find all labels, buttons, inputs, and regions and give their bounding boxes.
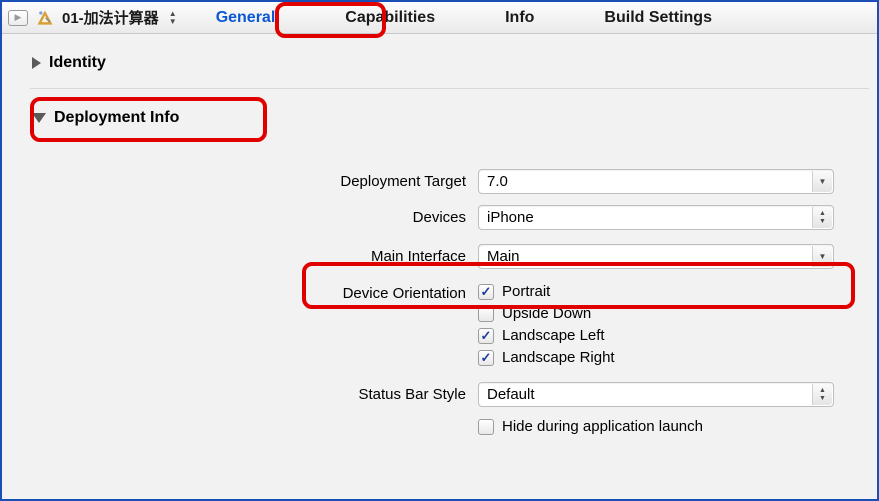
label-landscape-left: Landscape Left <box>502 327 605 344</box>
updown-icon[interactable] <box>812 384 832 405</box>
label-deployment-target: Deployment Target <box>30 173 478 190</box>
deployment-target-value: 7.0 <box>487 173 508 190</box>
checkbox-portrait[interactable] <box>478 284 494 300</box>
deployment-form: Deployment Target 7.0 Devices iPhone <box>30 133 877 440</box>
row-hide-during-launch: Hide during application launch <box>30 418 851 440</box>
orientation-upside-down[interactable]: Upside Down <box>478 305 591 322</box>
chevron-down-icon[interactable] <box>812 246 832 267</box>
checkbox-upside-down[interactable] <box>478 306 494 322</box>
label-landscape-right: Landscape Right <box>502 349 615 366</box>
label-main-interface: Main Interface <box>30 248 478 265</box>
status-bar-value: Default <box>487 386 535 403</box>
orientation-landscape-right[interactable]: Landscape Right <box>478 349 615 366</box>
row-orientation: Device Orientation Portrait Upside Down … <box>30 283 851 371</box>
devices-value: iPhone <box>487 209 534 226</box>
tab-capabilities[interactable]: Capabilities <box>339 5 441 30</box>
updown-icon[interactable] <box>812 207 832 228</box>
row-main-interface: Main Interface Main <box>30 244 851 269</box>
section-identity-title: Identity <box>49 54 106 72</box>
checkbox-hide-during-launch[interactable] <box>478 419 494 435</box>
target-icon <box>34 7 56 29</box>
chevron-down-icon[interactable] <box>32 113 46 123</box>
label-orientation: Device Orientation <box>30 283 478 302</box>
checkbox-landscape-left[interactable] <box>478 328 494 344</box>
main-interface-value: Main <box>487 248 520 265</box>
label-status-bar: Status Bar Style <box>30 386 478 403</box>
chevron-down-icon[interactable] <box>812 171 832 192</box>
label-devices: Devices <box>30 209 478 226</box>
label-hide-during-launch: Hide during application launch <box>502 418 703 435</box>
top-bar: ▶ 01-加法计算器 ▲▼ General Capabilities Info … <box>2 2 877 34</box>
tab-bar: General Capabilities Info Build Settings <box>210 5 718 30</box>
main-interface-combobox[interactable]: Main <box>478 244 834 269</box>
label-portrait: Portrait <box>502 283 550 300</box>
checkbox-landscape-right[interactable] <box>478 350 494 366</box>
target-stepper[interactable]: ▲▼ <box>169 10 182 26</box>
orientation-landscape-left[interactable]: Landscape Left <box>478 327 605 344</box>
tab-info[interactable]: Info <box>499 5 540 30</box>
orientation-portrait[interactable]: Portrait <box>478 283 550 300</box>
section-deployment-head[interactable]: Deployment Info <box>30 95 877 133</box>
row-devices: Devices iPhone <box>30 205 851 230</box>
deployment-target-combobox[interactable]: 7.0 <box>478 169 834 194</box>
row-deployment-target: Deployment Target 7.0 <box>30 169 851 194</box>
tab-general[interactable]: General <box>210 5 282 30</box>
section-deployment: Deployment Info Deployment Target 7.0 De… <box>30 89 877 456</box>
status-bar-popup[interactable]: Default <box>478 382 834 407</box>
run-icon[interactable]: ▶ <box>8 10 28 26</box>
target-name[interactable]: 01-加法计算器 <box>62 7 159 28</box>
tab-build-settings[interactable]: Build Settings <box>598 5 718 30</box>
editor-panel: Identity Deployment Info Deployment Targ… <box>2 34 877 456</box>
hide-during-launch[interactable]: Hide during application launch <box>478 418 703 435</box>
section-deployment-title: Deployment Info <box>54 109 179 127</box>
row-status-bar: Status Bar Style Default <box>30 382 851 407</box>
label-upside-down: Upside Down <box>502 305 591 322</box>
section-identity: Identity <box>30 42 877 88</box>
section-identity-head[interactable]: Identity <box>30 48 877 78</box>
chevron-right-icon[interactable] <box>32 57 41 69</box>
devices-popup[interactable]: iPhone <box>478 205 834 230</box>
